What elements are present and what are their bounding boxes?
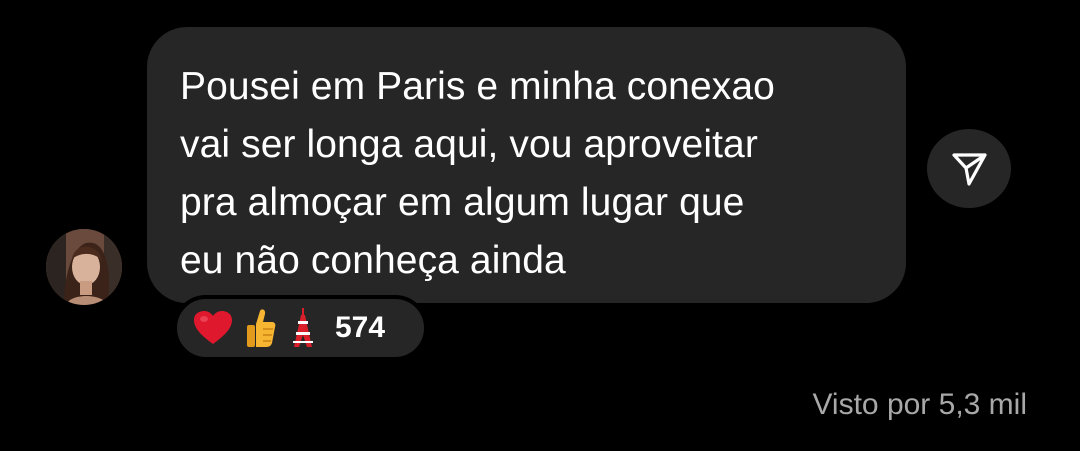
- share-button[interactable]: [927, 129, 1011, 208]
- heart-emoji: [193, 310, 233, 346]
- message-bubble[interactable]: Pousei em Paris e minha conexao vai ser …: [147, 27, 906, 303]
- profile-photo: [46, 229, 122, 305]
- avatar[interactable]: [46, 229, 122, 305]
- message-text: Pousei em Paris e minha conexao vai ser …: [180, 65, 775, 282]
- tokyo-tower-emoji: [289, 307, 317, 349]
- reactions-pill[interactable]: 574: [173, 295, 428, 361]
- seen-by-label[interactable]: Visto por 5,3 mil: [812, 388, 1027, 422]
- thumbs-up-emoji: [245, 308, 277, 348]
- reaction-count: 574: [335, 311, 386, 344]
- send-icon: [952, 152, 987, 186]
